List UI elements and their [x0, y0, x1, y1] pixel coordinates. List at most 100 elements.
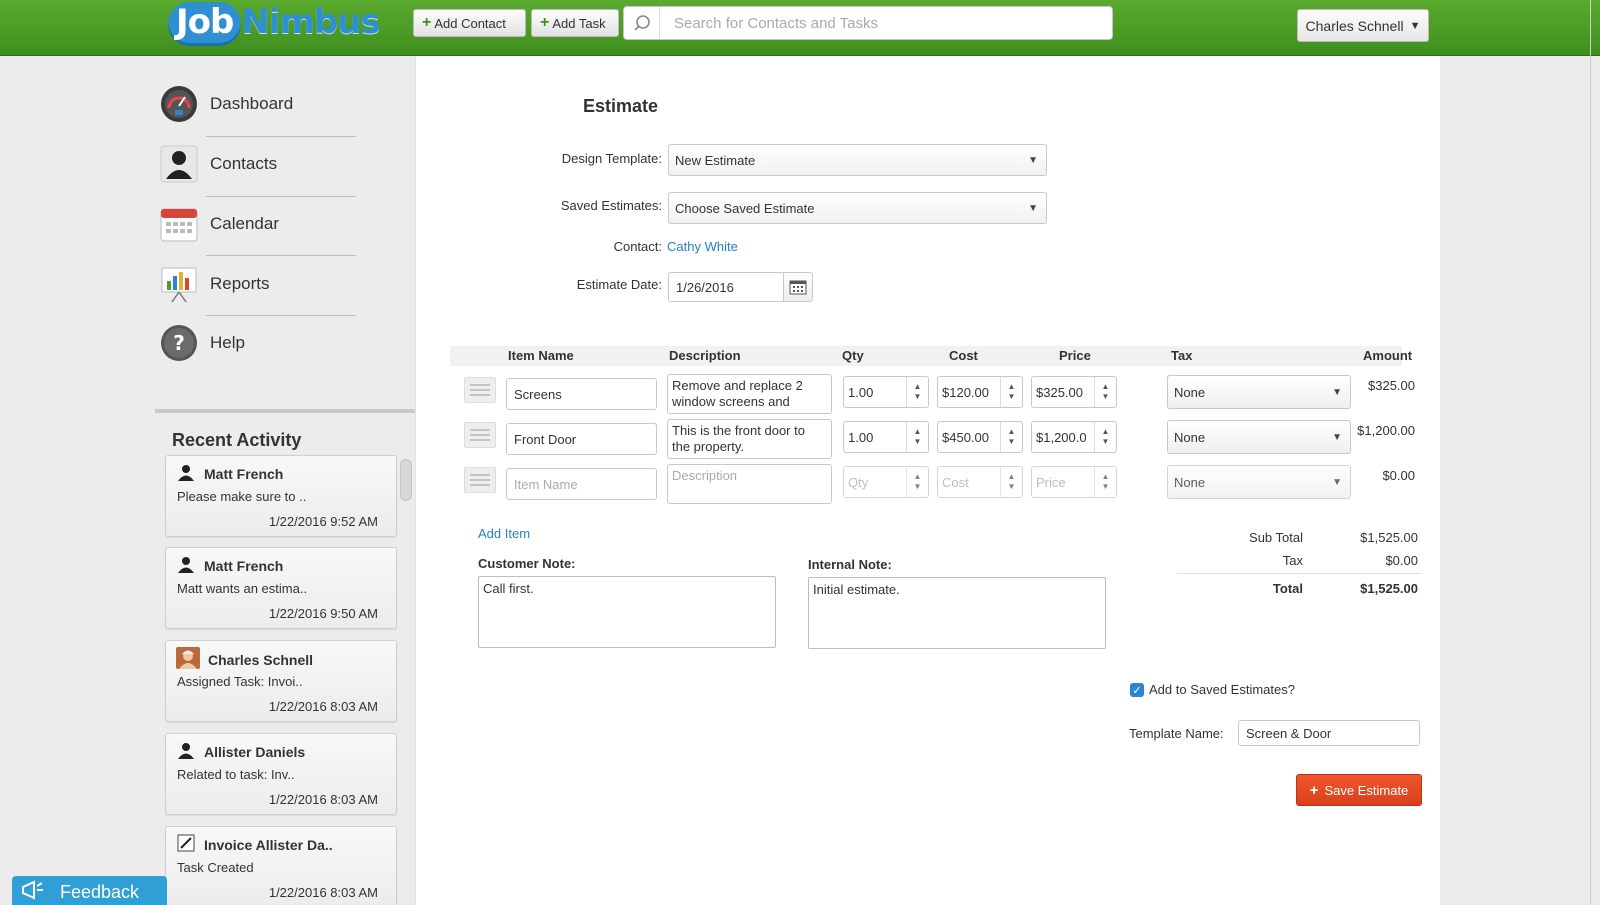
row-drag-handle[interactable] [464, 377, 496, 403]
description-textarea[interactable]: Description [667, 464, 832, 504]
stepper-arrows-icon[interactable]: ▲ ▼ [1094, 422, 1116, 452]
nav-divider [206, 315, 356, 316]
sidebar-item-reports[interactable]: Reports [160, 261, 270, 307]
design-template-select[interactable]: New Estimate ▼ [668, 144, 1047, 176]
user-menu-button[interactable]: Charles Schnell ▼ [1297, 9, 1429, 42]
caret-down-icon: ▼ [1409, 19, 1421, 32]
description-textarea[interactable]: Remove and replace 2 window screens and [667, 374, 832, 414]
activity-scrollbar[interactable] [400, 456, 414, 905]
activity-card[interactable]: Matt French Please make sure to .. 1/22/… [165, 455, 397, 537]
subtotal-label: Sub Total [1249, 530, 1303, 545]
stepper-arrows-icon[interactable]: ▲ ▼ [1000, 467, 1022, 497]
row-drag-handle[interactable] [464, 422, 496, 448]
customer-note-textarea[interactable]: Call first. [478, 576, 776, 648]
search-input[interactable] [660, 14, 1080, 32]
sidebar-item-dashboard[interactable]: Dashboard [160, 81, 293, 127]
row-drag-handle[interactable] [464, 467, 496, 493]
search-icon [624, 7, 660, 39]
col-tax: Tax [1171, 348, 1193, 363]
dashboard-gauge-icon [160, 85, 198, 123]
internal-note-textarea[interactable]: Initial estimate. [808, 577, 1106, 649]
col-cost: Cost [949, 348, 978, 363]
activity-card[interactable]: Allister Daniels Related to task: Inv.. … [165, 733, 397, 815]
calendar-icon [160, 205, 198, 243]
cost-stepper[interactable]: $450.00 ▲ ▼ [937, 421, 1023, 453]
page-title: Estimate [583, 96, 659, 116]
col-amount: Amount [1363, 348, 1413, 363]
search-bar [623, 6, 1113, 40]
qty-stepper[interactable]: Qty ▲ ▼ [843, 466, 929, 498]
saved-estimates-select[interactable]: Choose Saved Estimate ▼ [668, 192, 1047, 224]
tax-select[interactable]: None ▼ [1167, 465, 1351, 499]
sidebar-item-contacts[interactable]: Contacts [160, 141, 277, 187]
plus-icon: + [1309, 781, 1319, 799]
tax-select[interactable]: None ▼ [1167, 420, 1351, 454]
add-task-button[interactable]: + Add Task [531, 9, 619, 37]
price-stepper[interactable]: Price ▲ ▼ [1031, 466, 1117, 498]
stepper-arrows-icon[interactable]: ▲ ▼ [1094, 377, 1116, 407]
nav-divider [206, 196, 356, 197]
contact-link[interactable]: Cathy White [667, 239, 738, 254]
top-header-bar: JobNimbus + Add Contact + Add Task Charl… [0, 0, 1600, 56]
person-icon [176, 740, 196, 763]
cost-stepper[interactable]: $120.00 ▲ ▼ [937, 376, 1023, 408]
caret-down-icon: ▼ [1028, 154, 1038, 166]
line-items-header: Item Name Description Qty Cost Price Tax… [450, 346, 1412, 366]
saved-estimates-label: Saved Estimates: [560, 198, 662, 213]
add-contact-button[interactable]: + Add Contact [413, 9, 526, 37]
item-name-input[interactable] [506, 468, 657, 500]
price-stepper[interactable]: $325.00 ▲ ▼ [1031, 376, 1117, 408]
estimate-panel: Estimate Design Template: New Estimate ▼… [415, 56, 1440, 905]
stepper-arrows-icon[interactable]: ▲ ▼ [906, 467, 928, 497]
recent-activity-title: Recent Activity [172, 430, 302, 450]
design-template-label: Design Template: [561, 151, 662, 166]
line-amount: $325.00 [1368, 378, 1415, 393]
date-picker-button[interactable] [783, 272, 813, 302]
calendar-icon [789, 280, 807, 295]
item-name-input[interactable] [506, 423, 657, 455]
template-name-input[interactable] [1238, 720, 1420, 746]
feedback-button[interactable]: Feedback [12, 876, 167, 905]
col-description: Description [669, 348, 741, 363]
page-background [1440, 56, 1600, 905]
qty-stepper[interactable]: 1.00 ▲ ▼ [843, 421, 929, 453]
stepper-arrows-icon[interactable]: ▲ ▼ [1000, 377, 1022, 407]
sidebar-item-help[interactable]: ? Help [160, 320, 245, 366]
internal-note-label: Internal Note: [808, 557, 892, 572]
stepper-arrows-icon[interactable]: ▲ ▼ [906, 422, 928, 452]
activity-card[interactable]: Invoice Allister Da.. Task Created 1/22/… [165, 826, 397, 905]
jobnimbus-logo[interactable]: Job Nimbus [168, 2, 381, 48]
template-name-label: Template Name: [1129, 726, 1224, 741]
qty-stepper[interactable]: 1.00 ▲ ▼ [843, 376, 929, 408]
nav-divider [206, 255, 356, 256]
col-price: Price [1059, 348, 1091, 363]
help-question-icon: ? [160, 324, 198, 362]
save-estimate-button[interactable]: + Save Estimate [1296, 774, 1422, 806]
item-name-input[interactable] [506, 378, 657, 410]
tax-total-label: Tax [1282, 553, 1303, 568]
activity-card[interactable]: Charles Schnell Assigned Task: Invoi.. 1… [165, 640, 397, 722]
activity-card[interactable]: Matt French Matt wants an estima.. 1/22/… [165, 547, 397, 629]
description-textarea[interactable]: This is the front door to the property. [667, 419, 832, 459]
tax-select[interactable]: None ▼ [1167, 375, 1351, 409]
stepper-arrows-icon[interactable]: ▲ ▼ [906, 377, 928, 407]
person-icon [176, 462, 196, 485]
add-to-saved-checkbox[interactable]: ✓ [1130, 683, 1144, 697]
task-edit-icon [176, 833, 196, 856]
plus-icon: + [540, 14, 550, 31]
stepper-arrows-icon[interactable]: ▲ ▼ [1000, 422, 1022, 452]
scroll-thumb[interactable] [400, 459, 412, 501]
cost-stepper[interactable]: Cost ▲ ▼ [937, 466, 1023, 498]
megaphone-icon [20, 879, 46, 905]
add-to-saved-label: Add to Saved Estimates? [1149, 682, 1295, 697]
stepper-arrows-icon[interactable]: ▲ ▼ [1094, 467, 1116, 497]
person-icon [160, 145, 198, 183]
sidebar-section-divider [155, 409, 415, 413]
grand-total-label: Total [1272, 581, 1303, 596]
estimate-date-input[interactable] [668, 272, 784, 302]
nav-divider [206, 136, 356, 137]
sidebar-item-calendar[interactable]: Calendar [160, 201, 279, 247]
add-item-link[interactable]: Add Item [478, 526, 530, 541]
tax-total-value: $0.00 [1385, 553, 1418, 568]
price-stepper[interactable]: $1,200.0 ▲ ▼ [1031, 421, 1117, 453]
